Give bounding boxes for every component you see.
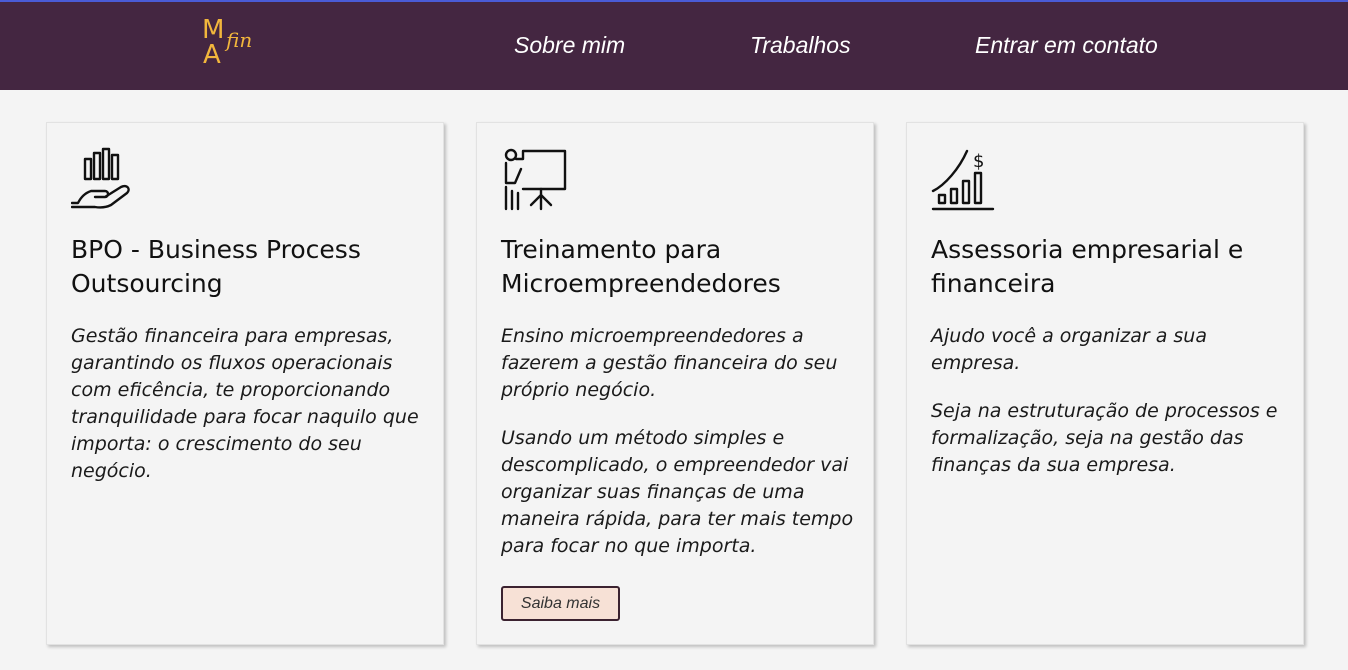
card-paragraph: Seja na estruturação de processos e form…	[931, 400, 1278, 476]
card-body: Ensino microempreendedores a fazerem a g…	[501, 323, 861, 581]
service-card-advisory: $ Assessoria empresarial e financeira Aj…	[906, 122, 1304, 645]
logo-letter-a: A	[203, 40, 221, 70]
service-card-training: Treinamento para Microempreendedores Ens…	[476, 122, 874, 645]
nav-link-about[interactable]: Sobre mim	[514, 32, 625, 59]
presentation-board-icon	[504, 148, 567, 211]
card-body: Ajudo você a organizar a sua empresa. Se…	[931, 323, 1291, 500]
learn-more-button[interactable]: Saiba mais	[501, 586, 620, 621]
service-card-bpo: BPO - Business Process Outsourcing Gestã…	[46, 122, 444, 645]
card-paragraph: Ensino microempreendedores a fazerem a g…	[501, 325, 838, 401]
growth-chart-dollar-icon: $	[931, 149, 995, 211]
hand-holding-chart-icon	[71, 147, 130, 209]
nav-link-contact[interactable]: Entrar em contato	[975, 32, 1158, 59]
card-title: Assessoria empresarial e financeira	[931, 235, 1244, 298]
card-body: Gestão financeira para empresas, garanti…	[71, 323, 431, 506]
svg-text:$: $	[973, 151, 984, 172]
card-title: Treinamento para Microempreendedores	[501, 235, 781, 298]
brand-logo[interactable]: M A fin	[200, 14, 270, 74]
card-paragraph: Usando um método simples e descomplicado…	[501, 427, 854, 557]
nav-link-work[interactable]: Trabalhos	[750, 32, 851, 59]
logo-fin: fin	[226, 28, 253, 52]
card-paragraph: Ajudo você a organizar a sua empresa.	[931, 325, 1207, 374]
card-title: BPO - Business Process Outsourcing	[71, 235, 361, 298]
card-paragraph: Gestão financeira para empresas, garanti…	[71, 325, 419, 482]
site-header: M A fin Sobre mim Trabalhos Entrar em co…	[0, 2, 1348, 90]
